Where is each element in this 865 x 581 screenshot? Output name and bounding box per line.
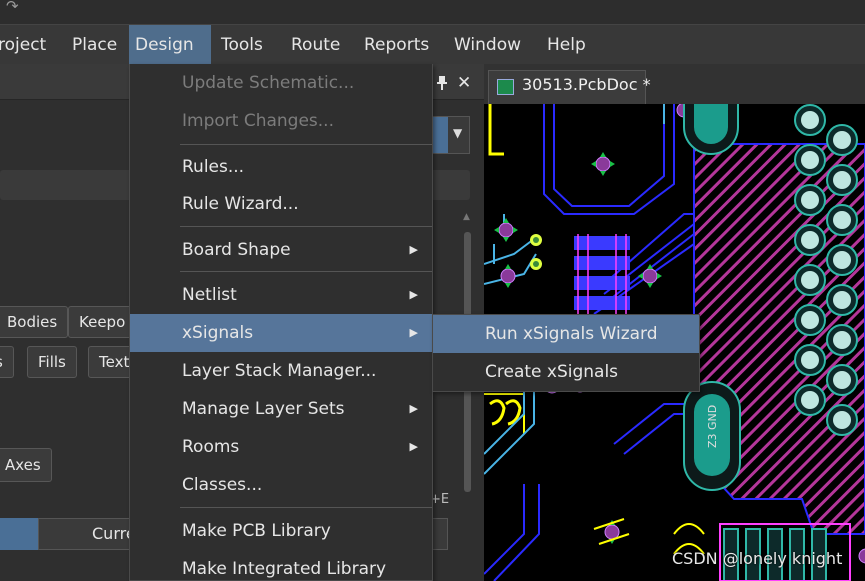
menu-item-label: Manage Layer Sets bbox=[182, 399, 345, 419]
filter-chip-partial[interactable]: s bbox=[0, 346, 14, 378]
menu-item-rules[interactable]: Rules... bbox=[130, 148, 432, 186]
chevron-down-icon[interactable]: ▼ bbox=[453, 126, 465, 140]
menu-separator bbox=[180, 271, 432, 272]
redo-icon[interactable]: ↷ bbox=[6, 0, 24, 14]
menu-item-layer-stack-manager[interactable]: Layer Stack Manager... bbox=[130, 352, 432, 390]
menu-item-import-changes[interactable]: Import Changes... bbox=[130, 102, 432, 140]
menu-item-label: Rules... bbox=[182, 157, 245, 177]
menu-separator bbox=[180, 226, 432, 227]
menu-item-label: Update Schematic... bbox=[182, 73, 355, 93]
menu-item-label: Classes... bbox=[182, 475, 263, 495]
title-strip bbox=[0, 0, 865, 24]
menu-item-rule-wizard[interactable]: Rule Wizard... bbox=[130, 185, 432, 223]
chevron-right-icon: ▶ bbox=[409, 402, 418, 415]
menu-item-label: xSignals bbox=[182, 323, 254, 343]
design-menu: Update Schematic... Import Changes... Ru… bbox=[129, 64, 433, 581]
menu-item-label: Board Shape bbox=[182, 240, 291, 260]
menu-item-label: Rule Wizard... bbox=[182, 194, 299, 214]
menu-item-label: Make Integrated Library bbox=[182, 559, 387, 579]
menu-route[interactable]: Route bbox=[285, 25, 346, 65]
menu-item-create-xsignals[interactable]: Create xSignals bbox=[433, 353, 699, 391]
svg-text:Z3 GND: Z3 GND bbox=[706, 405, 719, 448]
menu-item-update-schematic[interactable]: Update Schematic... bbox=[130, 64, 432, 102]
chevron-right-icon: ▶ bbox=[409, 326, 418, 339]
menu-item-board-shape[interactable]: Board Shape ▶ bbox=[130, 231, 432, 269]
menu-item-label: Create xSignals bbox=[485, 362, 619, 382]
chevron-right-icon: ▶ bbox=[409, 243, 418, 256]
filter-chip-fills[interactable]: Fills bbox=[27, 346, 77, 378]
menu-item-label: Run xSignals Wizard bbox=[485, 324, 658, 344]
panel-dropdown-selection bbox=[432, 117, 448, 153]
menu-item-make-pcb-library[interactable]: Make PCB Library bbox=[130, 512, 432, 550]
menu-reports[interactable]: Reports bbox=[358, 25, 435, 65]
menu-separator bbox=[180, 144, 432, 145]
menu-window[interactable]: Window bbox=[448, 25, 527, 65]
menu-item-label: Make PCB Library bbox=[182, 521, 331, 541]
menu-item-make-integrated-library[interactable]: Make Integrated Library bbox=[130, 550, 432, 581]
scroll-up-icon[interactable]: ▲ bbox=[463, 212, 473, 222]
menu-separator bbox=[180, 507, 432, 508]
panel-tab-selected[interactable] bbox=[0, 518, 38, 550]
menu-item-label: Import Changes... bbox=[182, 111, 334, 131]
axes-button[interactable]: Axes bbox=[0, 448, 52, 482]
menu-tools[interactable]: Tools bbox=[215, 25, 269, 65]
watermark: CSDN @lonely knight bbox=[672, 549, 843, 568]
menu-place[interactable]: Place bbox=[66, 25, 123, 65]
menu-item-label: Rooms bbox=[182, 437, 240, 457]
menu-help[interactable]: Help bbox=[541, 25, 592, 65]
menu-item-netlist[interactable]: Netlist ▶ bbox=[130, 276, 432, 314]
xsignals-submenu: Run xSignals Wizard Create xSignals bbox=[432, 314, 700, 392]
close-icon[interactable]: ✕ bbox=[457, 73, 471, 93]
menu-project[interactable]: roject bbox=[0, 25, 52, 65]
pin-icon[interactable] bbox=[436, 76, 448, 90]
menu-item-label: Layer Stack Manager... bbox=[182, 361, 377, 381]
filter-chip-keepout[interactable]: Keepo bbox=[68, 306, 137, 338]
document-tab-label: 30513.PcbDoc * bbox=[522, 75, 651, 94]
menu-item-label: Netlist bbox=[182, 285, 237, 305]
chevron-right-icon: ▶ bbox=[409, 288, 418, 301]
menu-item-classes[interactable]: Classes... bbox=[130, 466, 432, 504]
menu-item-xsignals[interactable]: xSignals ▶ bbox=[130, 314, 432, 352]
pcbdoc-icon bbox=[497, 79, 514, 95]
menubar: roject Place Design Tools Route Reports … bbox=[0, 24, 865, 65]
menu-item-rooms[interactable]: Rooms ▶ bbox=[130, 428, 432, 466]
menu-design[interactable]: Design bbox=[129, 25, 211, 65]
filter-chip-bodies[interactable]: Bodies bbox=[0, 306, 69, 338]
menu-item-manage-layer-sets[interactable]: Manage Layer Sets ▶ bbox=[130, 390, 432, 428]
menu-item-run-xsignals-wizard[interactable]: Run xSignals Wizard bbox=[433, 315, 699, 353]
chevron-right-icon: ▶ bbox=[409, 440, 418, 453]
